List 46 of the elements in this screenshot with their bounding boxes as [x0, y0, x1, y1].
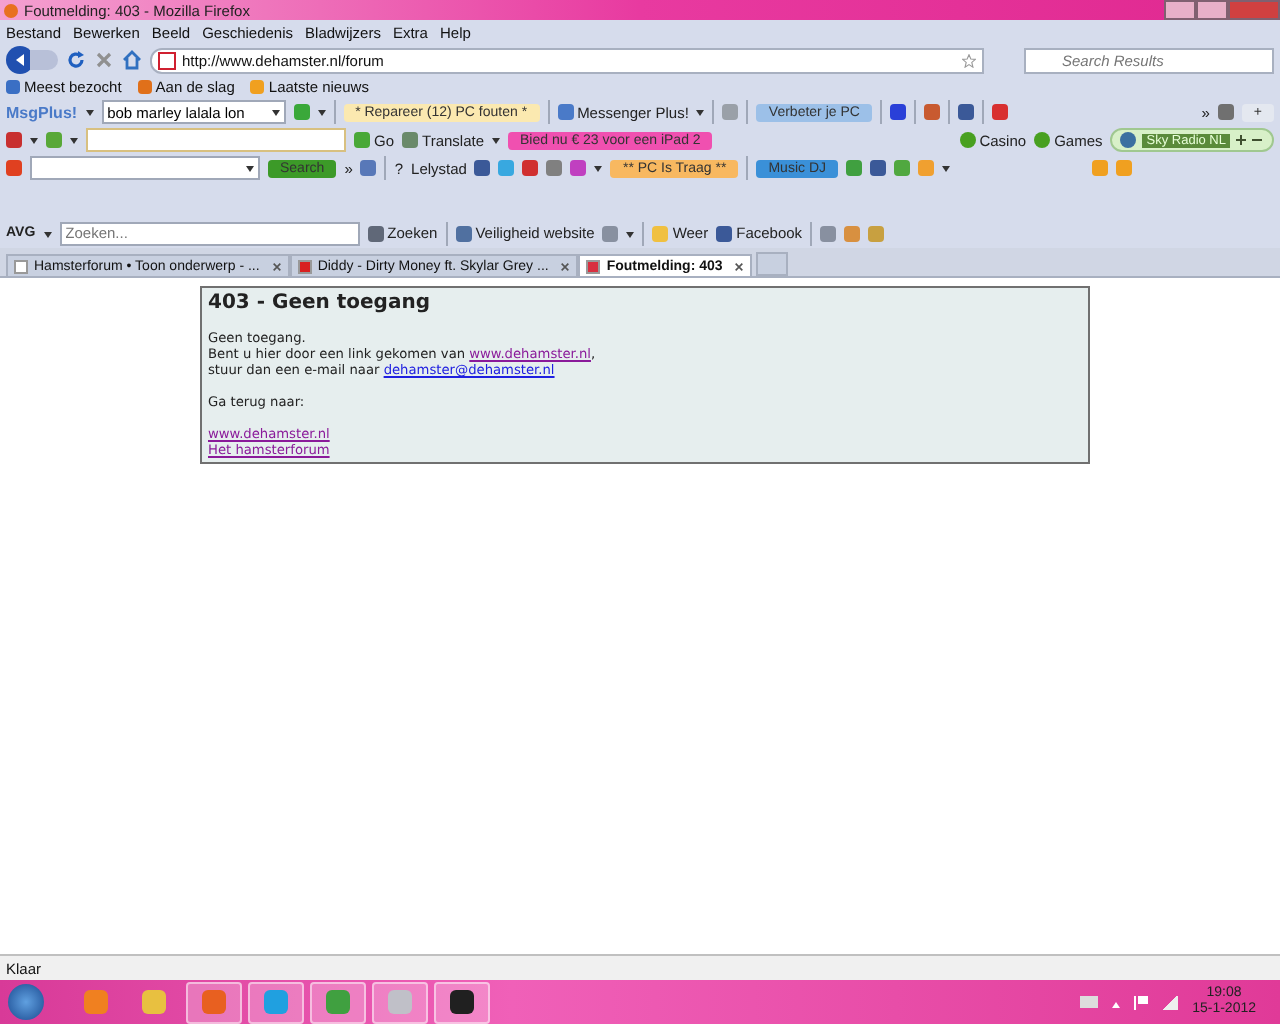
toolbar-icon[interactable]: [1217, 104, 1234, 120]
toolbar-icon[interactable]: [602, 225, 619, 241]
toolbar-icon[interactable]: [889, 104, 906, 120]
keyboard-icon[interactable]: [1080, 996, 1099, 1008]
browser-logo-icon: [4, 3, 18, 17]
toolbar-icon[interactable]: [360, 160, 377, 176]
caret-icon[interactable]: [492, 138, 501, 148]
caret-icon[interactable]: [43, 231, 52, 241]
taskbar-app-button[interactable]: [434, 981, 490, 1023]
caret-icon[interactable]: [696, 110, 705, 120]
close-icon[interactable]: [271, 261, 282, 271]
toolbar-icon[interactable]: [6, 132, 22, 148]
minimize-button[interactable]: [1164, 0, 1196, 20]
toolbar-icon[interactable]: [957, 104, 974, 120]
caret-icon[interactable]: [594, 166, 603, 176]
stop-icon[interactable]: [94, 50, 114, 70]
star-icon[interactable]: [962, 53, 976, 67]
home-icon[interactable]: [122, 50, 142, 70]
toolbar-icon[interactable]: [546, 160, 563, 176]
caret-icon[interactable]: [30, 138, 38, 148]
caret-icon[interactable]: [942, 166, 950, 176]
back-button[interactable]: [6, 46, 34, 74]
start-button[interactable]: [8, 984, 44, 1020]
close-icon[interactable]: [560, 261, 571, 271]
toolbar-input-field[interactable]: [86, 128, 346, 152]
dropdown-caret-icon[interactable]: [246, 166, 254, 176]
site-favicon-icon: [158, 51, 176, 69]
caret-icon[interactable]: [626, 231, 635, 241]
toolbar-input-field[interactable]: [30, 156, 260, 180]
flag-icon[interactable]: [1134, 995, 1149, 1009]
toolbar-icon[interactable]: [570, 160, 587, 176]
reload-icon[interactable]: [66, 50, 86, 70]
toolbar-icon[interactable]: [474, 160, 491, 176]
toolbar-icon[interactable]: [991, 104, 1008, 120]
toolbar-icon[interactable]: [870, 160, 886, 176]
error-heading: 403 - Geen toegang: [208, 292, 432, 316]
toolbar-icon[interactable]: [923, 104, 940, 120]
caret-icon[interactable]: [317, 110, 326, 120]
toolbar-icon[interactable]: [820, 225, 837, 241]
maximize-button[interactable]: [1196, 0, 1228, 20]
volume-controls-icon[interactable]: [1236, 134, 1264, 146]
dropdown-caret-icon[interactable]: [271, 110, 280, 120]
toolbar-icon[interactable]: [522, 160, 539, 176]
caret-icon[interactable]: [70, 138, 78, 148]
caret-icon[interactable]: [85, 110, 94, 120]
close-icon[interactable]: [734, 261, 745, 271]
